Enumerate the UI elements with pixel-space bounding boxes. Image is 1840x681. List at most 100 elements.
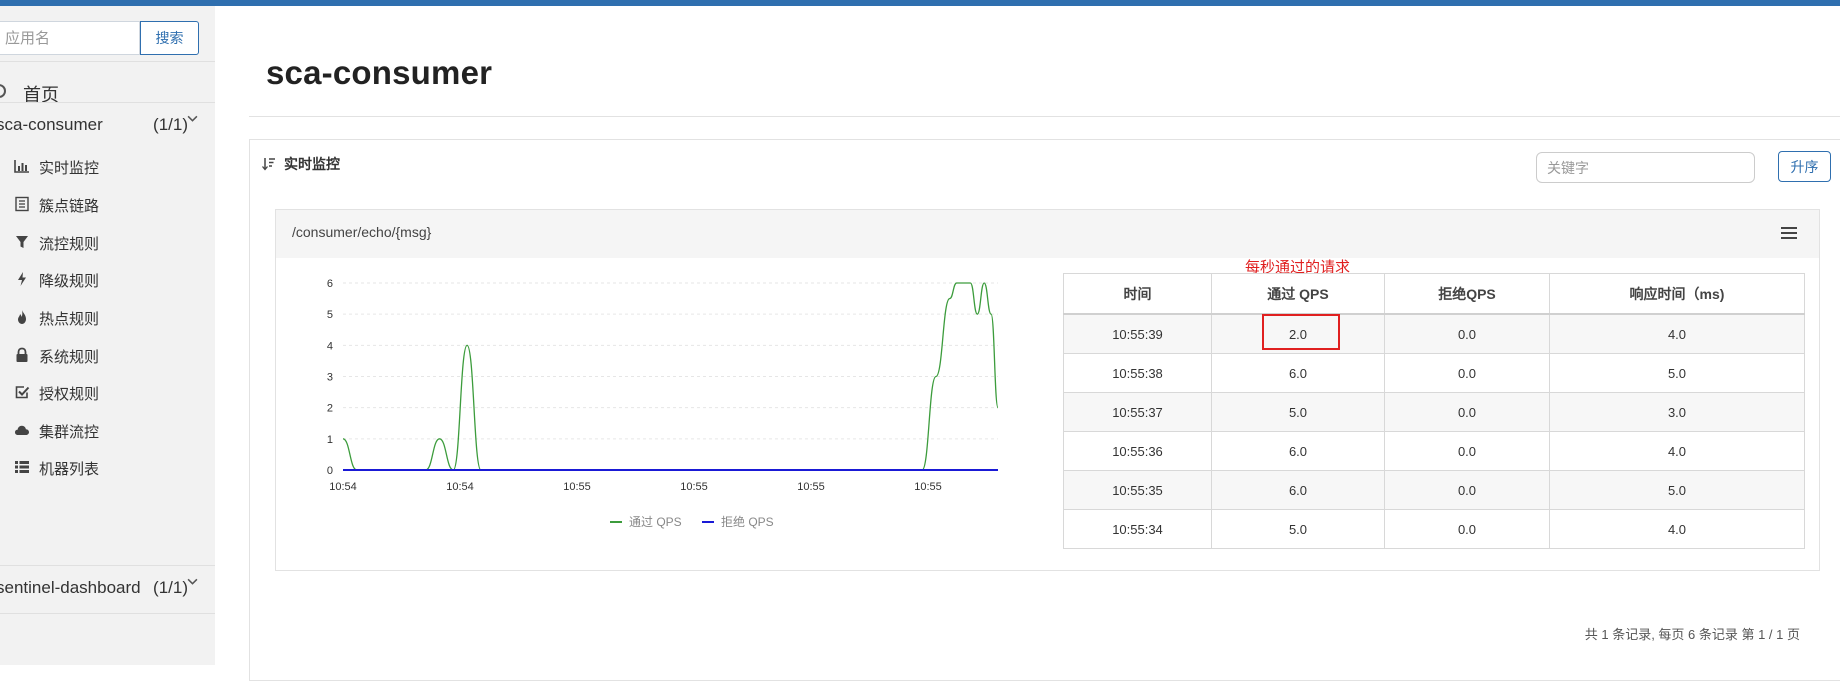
page-title: sca-consumer <box>266 54 493 91</box>
y-tick-label: 5 <box>327 309 333 321</box>
app-machine-count: (1/1) <box>153 115 188 134</box>
divider <box>0 613 215 614</box>
y-tick-label: 2 <box>327 403 333 415</box>
qps-table: 时间 通过 QPS 拒绝QPS 响应时间（ms) 10:55:39 2.0 0.… <box>1063 273 1805 549</box>
cloud-icon <box>15 425 29 435</box>
x-tick-label: 10:55 <box>914 481 942 493</box>
column-header-pass-qps: 通过 QPS <box>1211 273 1385 315</box>
top-bar <box>0 0 1840 6</box>
x-tick-label: 10:55 <box>797 481 825 493</box>
sidebar-item-cluster-flow[interactable]: 集群流控 <box>0 415 215 445</box>
table-cell: 5.0 <box>1211 509 1385 549</box>
card-header: /consumer/echo/{msg} <box>276 210 1819 258</box>
sidebar-item-hotspot-rules[interactable]: 热点规则 <box>0 302 215 332</box>
table-cell: 10:55:39 <box>1063 313 1212 354</box>
legend-label: 通过 QPS <box>629 515 682 529</box>
y-tick-label: 1 <box>327 434 333 446</box>
y-tick-label: 3 <box>327 372 333 384</box>
table-cell: 0.0 <box>1384 470 1550 510</box>
table-cell: 4.0 <box>1549 313 1805 354</box>
divider <box>0 565 215 566</box>
table-cell: 3.0 <box>1549 392 1805 432</box>
keyword-input[interactable] <box>1536 152 1755 183</box>
x-tick-label: 10:55 <box>680 481 708 493</box>
panel-title-text: 实时监控 <box>284 156 340 172</box>
chevron-down-icon <box>187 112 198 127</box>
menu-icon[interactable] <box>1781 227 1797 240</box>
table-cell: 0.0 <box>1384 313 1550 354</box>
sidebar-item-realtime-monitor[interactable]: 实时监控 <box>0 151 215 181</box>
fire-icon <box>18 310 26 324</box>
y-tick-label: 0 <box>327 465 333 477</box>
sidebar-item-machine-list[interactable]: 机器列表 <box>0 452 215 482</box>
table-row: 10:55:38 6.0 0.0 5.0 <box>1063 353 1805 393</box>
table-cell: 10:55:38 <box>1063 353 1212 393</box>
app-search: 搜索 <box>0 21 199 55</box>
dashboard-icon <box>0 84 6 98</box>
table-cell: 5.0 <box>1549 470 1805 510</box>
column-header-time: 时间 <box>1063 273 1212 315</box>
table-cell: 10:55:37 <box>1063 392 1212 432</box>
table-row: 10:55:34 5.0 0.0 4.0 <box>1063 509 1805 549</box>
table-cell: 10:55:34 <box>1063 509 1212 549</box>
app-search-input[interactable] <box>0 21 140 55</box>
sidebar-item-flow-rules[interactable]: 流控规则 <box>0 227 215 257</box>
sidebar-item-system-rules[interactable]: 系统规则 <box>0 340 215 370</box>
divider <box>0 102 215 103</box>
chevron-down-icon <box>187 575 198 590</box>
table-cell: 0.0 <box>1384 392 1550 432</box>
sidebar-item-degrade-rules[interactable]: 降级规则 <box>0 264 215 294</box>
sidebar: 搜索 首页 sca-consumer (1/1) 实时监控 簇点链路 流控规则 … <box>0 6 215 665</box>
y-tick-label: 4 <box>327 340 333 352</box>
pagination-info: 共 1 条记录, 每页 6 条记录 第 1 / 1 页 <box>1584 627 1800 642</box>
column-header-block-qps: 拒绝QPS <box>1384 273 1550 315</box>
th-list-icon <box>15 461 29 473</box>
panel-title: 实时监控 <box>262 154 340 174</box>
table-cell: 0.0 <box>1384 353 1550 393</box>
flash-icon <box>18 272 26 286</box>
qps-line-chart: 0 1 2 3 4 5 6 10:54 10:54 10:55 10:55 10:55 10:55 通… <box>327 278 999 529</box>
table-cell: 4.0 <box>1549 431 1805 471</box>
table-cell: 0.0 <box>1384 509 1550 549</box>
legend-label: 拒绝 QPS <box>721 514 774 529</box>
sidebar-item-label: 实时监控 <box>39 160 100 177</box>
table-cell: 0.0 <box>1384 431 1550 471</box>
column-header-rt: 响应时间（ms) <box>1549 273 1805 315</box>
table-row: 10:55:35 6.0 0.0 5.0 <box>1063 470 1805 510</box>
sidebar-item-label: 热点规则 <box>39 311 100 328</box>
sidebar-item-label: 流控规则 <box>39 236 100 253</box>
sidebar-item-label: 降级规则 <box>39 273 100 290</box>
table-cell: 5.0 <box>1549 353 1805 393</box>
sort-ascending-button[interactable]: 升序 <box>1778 151 1831 182</box>
table-cell: 6.0 <box>1211 470 1385 510</box>
table-cell: 2.0 <box>1211 313 1385 354</box>
sidebar-item-label: 授权规则 <box>39 386 100 403</box>
page-header: sca-consumer <box>249 40 1840 117</box>
sidebar-item-label: 集群流控 <box>39 424 100 441</box>
table-row: 10:55:39 2.0 0.0 4.0 <box>1063 313 1805 354</box>
table-cell: 10:55:35 <box>1063 470 1212 510</box>
table-cell: 6.0 <box>1211 353 1385 393</box>
app-machine-count: (1/1) <box>153 578 188 597</box>
app-name: sca-consumer <box>0 115 103 134</box>
sidebar-app-sentinel-dashboard[interactable]: sentinel-dashboard (1/1) <box>0 574 215 604</box>
sidebar-item-cluster-point-link[interactable]: 簇点链路 <box>0 189 215 219</box>
table-cell: 4.0 <box>1549 509 1805 549</box>
table-cell: 10:55:36 <box>1063 431 1212 471</box>
sidebar-item-label: 首页 <box>23 85 59 105</box>
x-tick-label: 10:55 <box>563 481 591 493</box>
sort-icon <box>262 158 275 171</box>
x-tick-label: 10:54 <box>329 481 357 493</box>
check-square-icon <box>15 386 30 399</box>
sidebar-app-sca-consumer[interactable]: sca-consumer (1/1) <box>0 111 215 141</box>
sidebar-item-label: 簇点链路 <box>39 198 100 215</box>
table-row: 10:55:37 5.0 0.0 3.0 <box>1063 392 1805 432</box>
sidebar-item-auth-rules[interactable]: 授权规则 <box>0 377 215 407</box>
table-row: 10:55:36 6.0 0.0 4.0 <box>1063 431 1805 471</box>
search-button[interactable]: 搜索 <box>140 21 199 55</box>
app-name: sentinel-dashboard <box>0 578 141 597</box>
x-tick-label: 10:54 <box>446 481 474 493</box>
filter-icon <box>16 236 28 248</box>
sidebar-item-label: 系统规则 <box>39 349 100 366</box>
table-cell: 5.0 <box>1211 392 1385 432</box>
